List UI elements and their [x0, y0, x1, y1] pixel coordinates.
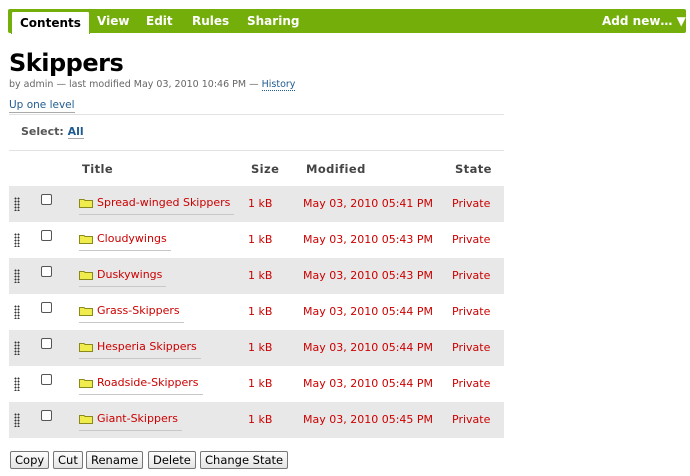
tab-sharing[interactable]: Sharing	[247, 9, 299, 33]
column-header-state[interactable]: State	[455, 162, 492, 176]
drag-handle-icon[interactable]	[14, 413, 20, 427]
row-checkbox[interactable]	[41, 230, 52, 241]
folder-icon	[79, 235, 93, 244]
item-link[interactable]: Roadside-Skippers	[79, 375, 203, 395]
tab-view[interactable]: View	[97, 9, 129, 33]
item-title: Giant-Skippers	[97, 412, 178, 425]
content-tabbar: Contents View Edit Rules Sharing Add new…	[8, 9, 686, 34]
item-link[interactable]: Duskywings	[79, 267, 167, 287]
up-one-level-link[interactable]: Up one level	[9, 98, 75, 113]
item-size: 1 kB	[248, 233, 273, 246]
row-checkbox[interactable]	[41, 338, 52, 349]
tab-contents[interactable]: Contents	[11, 11, 90, 34]
table-row: Giant-Skippers 1 kB May 03, 2010 05:45 P…	[9, 402, 504, 438]
folder-icon	[79, 307, 93, 316]
divider	[9, 150, 504, 151]
item-link[interactable]: Giant-Skippers	[79, 411, 182, 431]
item-size: 1 kB	[248, 269, 273, 282]
drag-handle-icon[interactable]	[14, 233, 20, 247]
divider	[9, 114, 504, 115]
item-size: 1 kB	[248, 377, 273, 390]
table-row: Duskywings 1 kB May 03, 2010 05:43 PM Pr…	[9, 258, 504, 294]
table-row: Cloudywings 1 kB May 03, 2010 05:43 PM P…	[9, 222, 504, 258]
drag-handle-icon[interactable]	[14, 341, 20, 355]
item-modified: May 03, 2010 05:43 PM	[303, 269, 434, 282]
column-header-modified[interactable]: Modified	[306, 162, 366, 176]
select-label: Select:	[21, 125, 64, 138]
item-link[interactable]: Hesperia Skippers	[79, 339, 201, 359]
cut-button[interactable]: Cut	[53, 451, 83, 469]
delete-button[interactable]: Delete	[148, 451, 196, 469]
item-modified: May 03, 2010 05:45 PM	[303, 413, 434, 426]
row-checkbox[interactable]	[41, 374, 52, 385]
item-title: Cloudywings	[97, 232, 167, 245]
drag-handle-icon[interactable]	[14, 377, 20, 391]
item-state: Private	[452, 305, 491, 318]
item-title: Grass-Skippers	[97, 304, 180, 317]
item-size: 1 kB	[248, 305, 273, 318]
row-checkbox[interactable]	[41, 302, 52, 313]
item-modified: May 03, 2010 05:44 PM	[303, 341, 434, 354]
folder-icon	[79, 343, 93, 352]
item-state: Private	[452, 269, 491, 282]
item-state: Private	[452, 197, 491, 210]
folder-icon	[79, 199, 93, 208]
tab-edit[interactable]: Edit	[146, 9, 173, 33]
row-checkbox[interactable]	[41, 194, 52, 205]
table-row: Grass-Skippers 1 kB May 03, 2010 05:44 P…	[9, 294, 504, 330]
page-title: Skippers	[9, 49, 124, 77]
item-title: Spread-winged Skippers	[97, 196, 231, 209]
history-link[interactable]: History	[261, 79, 296, 91]
item-modified: May 03, 2010 05:43 PM	[303, 233, 434, 246]
byline-text: by admin — last modified May 03, 2010 10…	[9, 79, 262, 90]
change-state-button[interactable]: Change State	[200, 451, 289, 469]
item-size: 1 kB	[248, 413, 273, 426]
item-size: 1 kB	[248, 341, 273, 354]
item-modified: May 03, 2010 05:44 PM	[303, 305, 434, 318]
rename-button[interactable]: Rename	[86, 451, 144, 469]
drag-handle-icon[interactable]	[14, 305, 20, 319]
add-new-menu[interactable]: Add new… ▼	[602, 9, 686, 33]
item-title: Roadside-Skippers	[97, 376, 199, 389]
item-state: Private	[452, 341, 491, 354]
item-state: Private	[452, 413, 491, 426]
row-checkbox[interactable]	[41, 266, 52, 277]
item-state: Private	[452, 233, 491, 246]
folder-icon	[79, 379, 93, 388]
item-link[interactable]: Cloudywings	[79, 231, 171, 251]
row-checkbox[interactable]	[41, 410, 52, 421]
drag-handle-icon[interactable]	[14, 197, 20, 211]
item-link[interactable]: Spread-winged Skippers	[79, 195, 235, 215]
item-link[interactable]: Grass-Skippers	[79, 303, 184, 323]
folder-icon	[79, 271, 93, 280]
item-modified: May 03, 2010 05:44 PM	[303, 377, 434, 390]
copy-button[interactable]: Copy	[10, 451, 50, 469]
tab-rules[interactable]: Rules	[192, 9, 229, 33]
document-byline: by admin — last modified May 03, 2010 10…	[9, 79, 296, 91]
item-title: Duskywings	[97, 268, 163, 281]
table-row: Spread-winged Skippers 1 kB May 03, 2010…	[9, 186, 504, 222]
drag-handle-icon[interactable]	[14, 269, 20, 283]
column-header-title[interactable]: Title	[82, 162, 113, 176]
folder-icon	[79, 415, 93, 424]
table-row: Hesperia Skippers 1 kB May 03, 2010 05:4…	[9, 330, 504, 366]
item-state: Private	[452, 377, 491, 390]
column-header-size[interactable]: Size	[251, 162, 279, 176]
item-title: Hesperia Skippers	[97, 340, 197, 353]
item-modified: May 03, 2010 05:41 PM	[303, 197, 434, 210]
item-size: 1 kB	[248, 197, 273, 210]
select-all-link[interactable]: All	[67, 125, 84, 139]
table-row: Roadside-Skippers 1 kB May 03, 2010 05:4…	[9, 366, 504, 402]
select-bar: Select: All	[21, 125, 84, 139]
